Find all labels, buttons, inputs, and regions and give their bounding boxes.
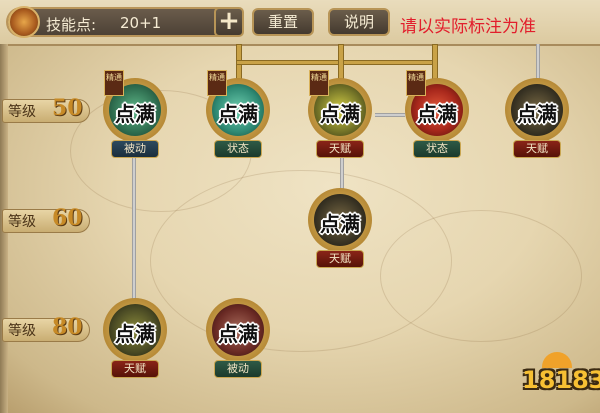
skill-node[interactable]: 精通 点满 天赋 [305, 70, 375, 166]
skill-node[interactable]: 点满 天赋 [502, 78, 572, 166]
skill-node[interactable]: 点满 天赋 [100, 298, 170, 386]
skill-type: 状态 [214, 140, 262, 158]
level-label-80: 等级 80 [2, 314, 92, 344]
skill-points-value: 20+1 [120, 14, 162, 32]
skill-points-panel: 技能点: 20+1 [6, 6, 238, 38]
connector-silver [536, 44, 540, 80]
skill-status: 点满 [320, 102, 360, 126]
elite-tag: 精通 [309, 70, 329, 96]
skill-type: 天赋 [316, 250, 364, 268]
skill-status: 点满 [517, 102, 557, 126]
skill-status: 点满 [115, 322, 155, 346]
skill-node[interactable]: 精通 点满 状态 [402, 70, 472, 166]
skill-type: 天赋 [111, 360, 159, 378]
connector-silver [132, 155, 136, 305]
skill-node[interactable]: 点满 被动 [203, 298, 273, 386]
skill-node[interactable]: 点满 天赋 [305, 188, 375, 276]
watermark-text: 18183 [522, 366, 600, 394]
map-contour [380, 210, 582, 342]
connector-gold [338, 44, 344, 80]
skill-type: 天赋 [316, 140, 364, 158]
skill-status: 点满 [218, 322, 258, 346]
skill-type: 被动 [111, 140, 159, 158]
level-word: 等级 [8, 214, 36, 230]
skill-type: 天赋 [513, 140, 561, 158]
help-button[interactable]: 说明 [328, 8, 390, 36]
reset-button[interactable]: 重置 [252, 8, 314, 36]
skill-points-label: 技能点: [46, 16, 97, 34]
add-skill-point-button[interactable]: + [214, 7, 244, 37]
skill-type: 状态 [413, 140, 461, 158]
elite-tag: 精通 [104, 70, 124, 96]
level-label-50: 等级 50 [2, 95, 92, 125]
skill-status: 点满 [417, 102, 457, 126]
elite-tag: 精通 [207, 70, 227, 96]
skill-status: 点满 [320, 212, 360, 236]
skill-status: 点满 [218, 102, 258, 126]
level-word: 等级 [8, 323, 36, 339]
connector-silver [375, 113, 405, 117]
top-bar: 技能点: 20+1 + 重置 说明 请以实际标注为准 [0, 0, 600, 46]
skill-emblem-icon [8, 6, 40, 38]
notice-text: 请以实际标注为准 [400, 17, 536, 37]
elite-tag: 精通 [406, 70, 426, 96]
skill-tree-screen: 技能点: 20+1 + 重置 说明 请以实际标注为准 等级 50 等级 60 等… [0, 0, 600, 413]
level-label-60: 等级 60 [2, 205, 92, 235]
level-word: 等级 [8, 104, 36, 120]
skill-type: 被动 [214, 360, 262, 378]
level-number: 80 [52, 314, 83, 340]
skill-status: 点满 [115, 102, 155, 126]
level-number: 60 [52, 205, 83, 231]
skill-node[interactable]: 精通 点满 被动 [100, 70, 170, 166]
skill-node[interactable]: 精通 点满 状态 [203, 70, 273, 166]
connector-gold [432, 44, 438, 80]
level-number: 50 [52, 95, 83, 121]
watermark-logo: 18183 [522, 352, 600, 408]
connector-gold [236, 60, 438, 65]
